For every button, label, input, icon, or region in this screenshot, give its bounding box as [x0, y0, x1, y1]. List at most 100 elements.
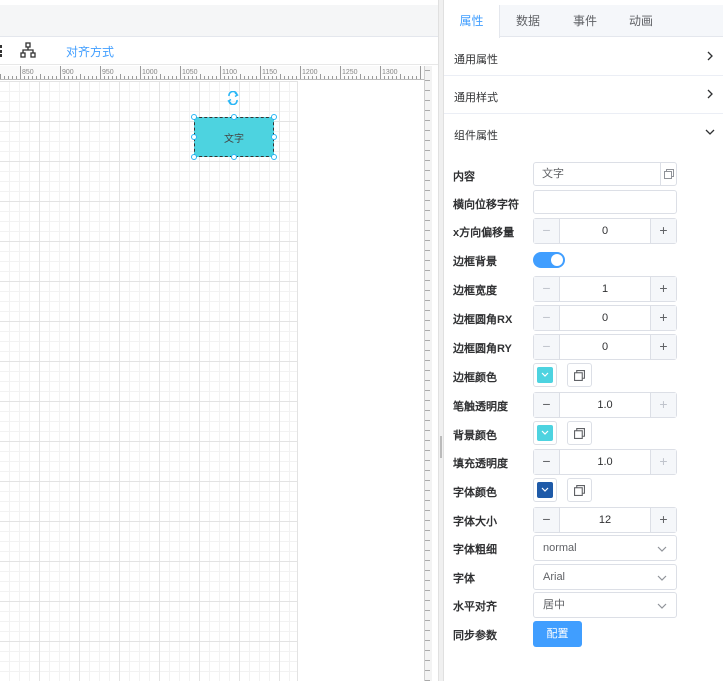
- ruler-tick: [425, 340, 430, 341]
- increment-button[interactable]: +: [650, 508, 676, 532]
- bg-color-picker[interactable]: [533, 421, 557, 445]
- section-general-props[interactable]: 通用属性: [444, 38, 723, 76]
- ruler-tick: [425, 360, 430, 361]
- x-offset-value[interactable]: 0: [561, 219, 649, 243]
- decrement-button[interactable]: −: [534, 450, 560, 474]
- copy-color-button[interactable]: [567, 478, 592, 502]
- stroke-opacity-value[interactable]: 1.0: [561, 393, 649, 417]
- ruler-tick-label: 1150: [262, 69, 277, 76]
- ruler-tick: [425, 630, 430, 631]
- prop-label: 边框圆角RX: [453, 314, 513, 326]
- configure-button[interactable]: 配置: [533, 621, 582, 647]
- decrement-button[interactable]: −: [534, 508, 560, 532]
- copy-icon[interactable]: [660, 163, 676, 185]
- ruler-tick: [425, 130, 430, 131]
- resize-handle-s[interactable]: [231, 154, 237, 160]
- grid-icon[interactable]: [0, 45, 3, 57]
- decrement-button[interactable]: −: [534, 393, 560, 417]
- copy-color-button[interactable]: [567, 421, 592, 445]
- prop-label: x方向偏移量: [453, 227, 515, 239]
- h-align-select[interactable]: 居中: [533, 592, 677, 618]
- chevron-right-icon: [707, 51, 713, 61]
- resize-handle-se[interactable]: [271, 154, 277, 160]
- ruler-tick: [425, 620, 430, 621]
- copy-icon: [574, 369, 585, 381]
- border-width-stepper: − 1 +: [533, 276, 677, 302]
- ruler-tick: [425, 600, 430, 601]
- increment-button[interactable]: +: [650, 306, 676, 330]
- hierarchy-icon[interactable]: [20, 42, 36, 58]
- ruler-tick: [425, 370, 430, 371]
- resize-handle-sw[interactable]: [191, 154, 197, 160]
- row-border-width: 边框宽度 − 1 +: [444, 276, 723, 302]
- tab-data[interactable]: 数据: [514, 5, 542, 37]
- content-input[interactable]: 文字: [533, 162, 677, 186]
- row-h-offset-char: 横向位移字符: [444, 190, 723, 216]
- border-bg-toggle[interactable]: [533, 252, 565, 268]
- increment-button[interactable]: +: [650, 393, 676, 417]
- tab-animation[interactable]: 动画: [627, 5, 655, 37]
- increment-button[interactable]: +: [650, 277, 676, 301]
- color-swatch: [537, 367, 553, 383]
- tab-events[interactable]: 事件: [571, 5, 599, 37]
- decrement-button[interactable]: −: [534, 335, 560, 359]
- radius-rx-stepper: − 0 +: [533, 305, 677, 331]
- ruler-tick: [425, 170, 430, 171]
- decrement-button[interactable]: −: [534, 277, 560, 301]
- ruler-tick: [425, 250, 430, 251]
- increment-button[interactable]: +: [650, 335, 676, 359]
- ruler-tick: [425, 280, 430, 281]
- section-title: 通用属性: [454, 54, 498, 66]
- ruler-tick: [425, 640, 430, 641]
- resize-handle-ne[interactable]: [271, 114, 277, 120]
- ruler-tick: [425, 380, 430, 381]
- ruler-tick: [425, 220, 430, 221]
- ruler-tick: [425, 660, 430, 661]
- resize-handle-n[interactable]: [231, 114, 237, 120]
- prop-label: 边框颜色: [453, 372, 497, 384]
- font-color-picker[interactable]: [533, 478, 557, 502]
- radius-rx-value[interactable]: 0: [561, 306, 649, 330]
- ruler-tick: [425, 260, 430, 261]
- row-radius-rx: 边框圆角RX − 0 +: [444, 305, 723, 331]
- prop-label: 水平对齐: [453, 601, 497, 613]
- font-family-select[interactable]: Arial: [533, 564, 677, 590]
- shape-text: 文字: [224, 133, 244, 145]
- font-weight-select[interactable]: normal: [533, 535, 677, 561]
- radius-ry-stepper: − 0 +: [533, 334, 677, 360]
- border-color-picker[interactable]: [533, 363, 557, 387]
- ruler-tick: [425, 550, 430, 551]
- resize-handle-w[interactable]: [191, 134, 197, 140]
- chevron-down-icon: [541, 430, 549, 435]
- resize-handle-e[interactable]: [271, 134, 277, 140]
- resize-handle-nw[interactable]: [191, 114, 197, 120]
- decrement-button[interactable]: −: [534, 306, 560, 330]
- increment-button[interactable]: +: [650, 450, 676, 474]
- decrement-button[interactable]: −: [534, 219, 560, 243]
- text-shape[interactable]: 文字: [194, 117, 274, 157]
- chevron-down-icon: [657, 546, 667, 552]
- prop-label: 边框背景: [453, 256, 497, 268]
- font-size-stepper: − 12 +: [533, 507, 677, 533]
- fill-opacity-value[interactable]: 1.0: [561, 450, 649, 474]
- ruler-tick: [425, 200, 430, 201]
- rotate-icon[interactable]: [226, 91, 240, 105]
- ruler-tick: [425, 350, 430, 351]
- toggle-knob: [551, 254, 563, 266]
- radius-ry-value[interactable]: 0: [561, 335, 649, 359]
- font-size-value[interactable]: 12: [561, 508, 649, 532]
- tab-properties[interactable]: 属性: [444, 5, 500, 38]
- copy-icon: [574, 427, 585, 439]
- section-component-props[interactable]: 组件属性: [444, 114, 723, 152]
- section-general-style[interactable]: 通用样式: [444, 76, 723, 114]
- increment-button[interactable]: +: [650, 219, 676, 243]
- ruler-tick: [425, 460, 430, 461]
- splitter-grip[interactable]: [440, 436, 442, 458]
- row-bg-color: 背景颜色: [444, 421, 723, 447]
- copy-color-button[interactable]: [567, 363, 592, 387]
- h-offset-char-input[interactable]: [533, 190, 677, 214]
- align-menu[interactable]: 对齐方式: [66, 43, 114, 60]
- border-width-value[interactable]: 1: [561, 277, 649, 301]
- prop-label: 背景颜色: [453, 430, 497, 442]
- drawing-canvas[interactable]: [0, 81, 298, 681]
